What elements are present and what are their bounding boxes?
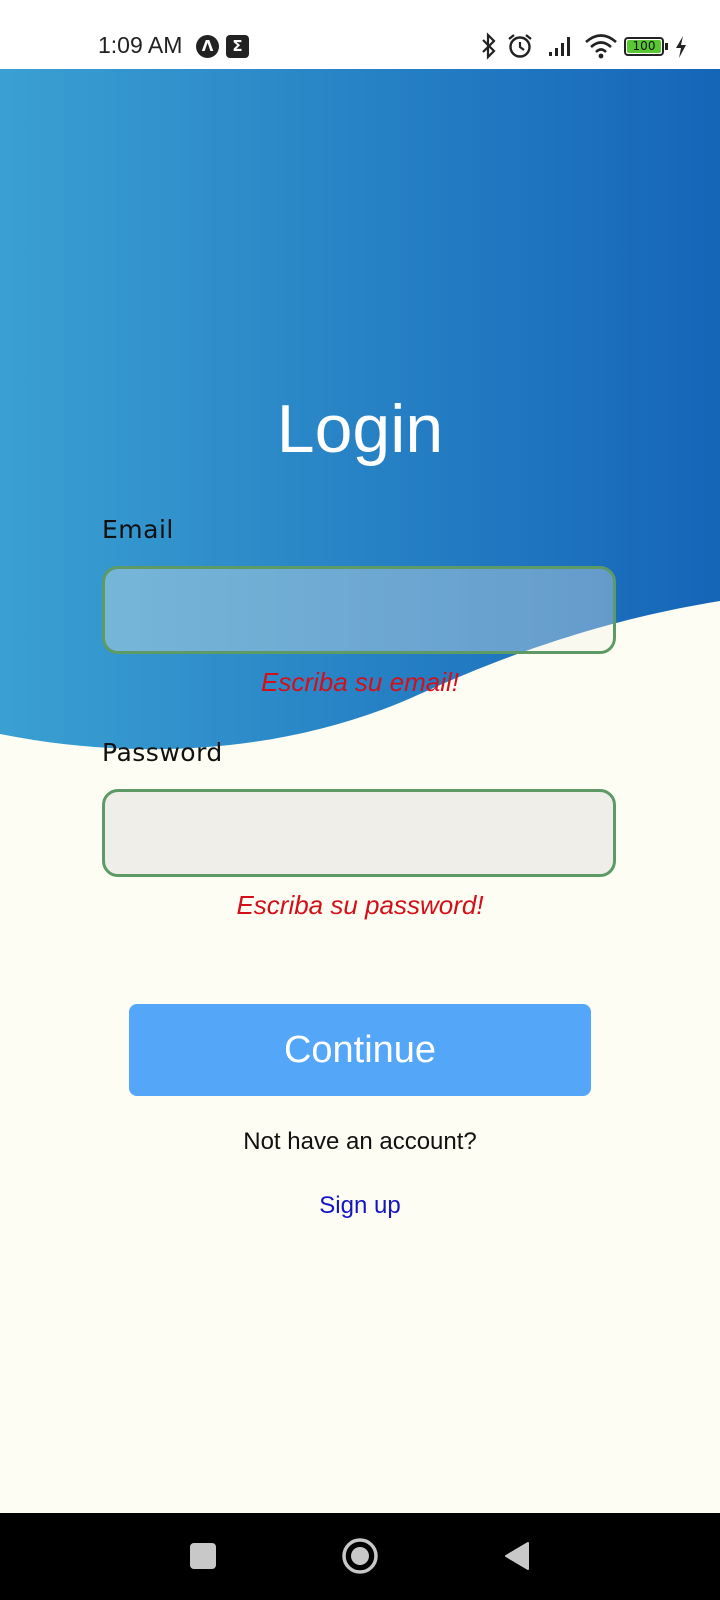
email-field[interactable] [102, 566, 616, 654]
battery-level: 100 [627, 40, 661, 53]
bluetooth-icon [482, 32, 496, 60]
signal-icon [549, 37, 570, 56]
notification-badge-icon: Λ [196, 35, 219, 58]
signup-link[interactable]: Sign up [0, 1192, 720, 1220]
password-label: Password [102, 738, 223, 767]
signup-prompt: Not have an account? [243, 1128, 477, 1155]
password-field[interactable] [102, 789, 616, 877]
wifi-icon [585, 34, 617, 59]
sigma-notification-icon: Σ [226, 35, 249, 58]
charging-icon [676, 36, 686, 58]
page-title: Login [276, 391, 444, 467]
continue-button[interactable]: Continue [129, 1004, 591, 1096]
recent-apps-icon[interactable] [190, 1543, 216, 1569]
email-error: Escriba su email! [261, 667, 459, 697]
status-time: 1:09 AM [98, 32, 183, 58]
back-icon[interactable] [504, 1541, 530, 1571]
alarm-icon [508, 34, 532, 58]
battery-tip [665, 43, 668, 50]
battery-icon: 100 [624, 37, 664, 56]
email-label: Email [102, 515, 174, 544]
home-icon[interactable] [341, 1537, 379, 1575]
navigation-bar [0, 1513, 720, 1600]
status-bar: 1:09 AM Λ Σ 100 [0, 0, 720, 69]
password-error: Escriba su password! [236, 890, 484, 920]
